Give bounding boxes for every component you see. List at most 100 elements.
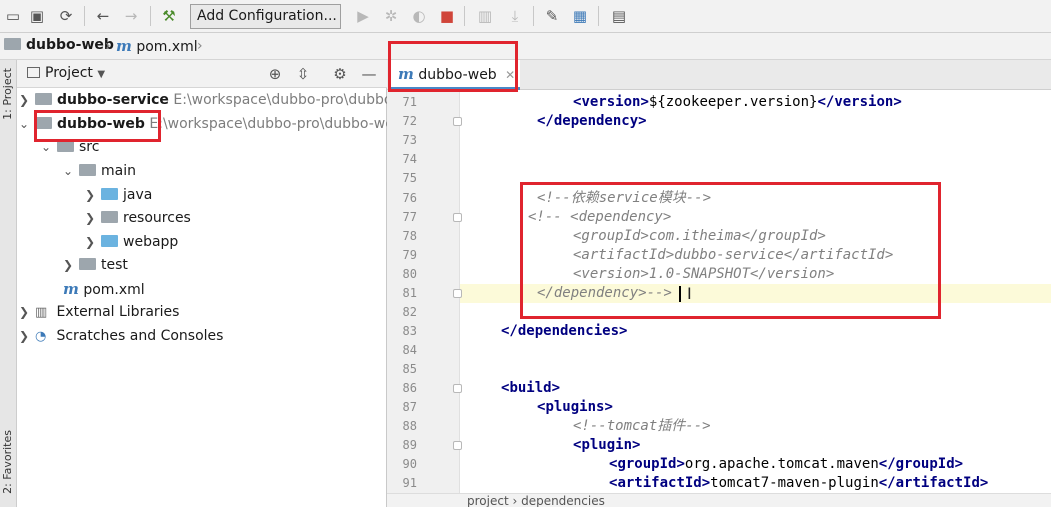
tree-item-test[interactable]: ❯ test — [63, 254, 128, 276]
editor-breadcrumb[interactable]: project › dependencies — [387, 493, 1051, 507]
close-tab-icon[interactable]: ✕ — [505, 68, 515, 82]
module-folder-icon — [35, 117, 52, 129]
project-panel-header: Project ▼ ⊕ ⇳ ⚙ — — [17, 60, 387, 88]
line-number: 88 — [402, 419, 417, 433]
gear-icon[interactable]: ⚙ — [330, 64, 350, 84]
fold-marker-icon[interactable] — [453, 289, 462, 298]
tree-item-java[interactable]: ❯ java — [85, 184, 152, 206]
code-line-91: <artifactId>tomcat7-maven-plugin</artifa… — [609, 475, 989, 491]
module-folder-icon — [35, 93, 52, 105]
collapse-all-icon[interactable]: ⇳ — [293, 64, 313, 84]
tree-item-src[interactable]: ⌄ src — [41, 136, 99, 158]
line-number: 79 — [402, 248, 417, 262]
sync-icon[interactable]: ⟳ — [55, 5, 77, 27]
chevron-down-icon: ⌄ — [63, 164, 74, 178]
tree-item-external-libraries[interactable]: ❯ ▥ External Libraries — [19, 301, 179, 323]
debug-icon[interactable]: ✲ — [380, 5, 402, 27]
toolbar-separator — [464, 6, 465, 26]
breadcrumb-project[interactable]: dubbo-web — [4, 37, 114, 53]
code-line-71: <version>${zookeeper.version}</version> — [573, 94, 902, 110]
tree-item-main[interactable]: ⌄ main — [63, 160, 136, 182]
chevron-right-icon: ❯ — [19, 305, 30, 319]
breadcrumb-file[interactable]: m pom.xml — [116, 37, 198, 55]
line-number: 72 — [402, 114, 417, 128]
text-caret — [679, 286, 681, 302]
code-line-89: <plugin> — [573, 437, 641, 453]
library-icon: ▥ — [35, 305, 48, 320]
line-number: 71 — [402, 95, 417, 109]
source-folder-icon — [101, 188, 118, 200]
fold-marker-icon[interactable] — [453, 213, 462, 222]
line-number: 80 — [402, 267, 417, 281]
forward-icon[interactable]: → — [120, 5, 142, 27]
project-view-selector[interactable]: Project ▼ — [27, 65, 105, 81]
save-icon[interactable]: ▣ — [26, 5, 48, 27]
line-number: 89 — [402, 438, 417, 452]
line-number: 84 — [402, 343, 417, 357]
code-line-76: <!--依赖service模块--> — [537, 190, 712, 206]
line-number: 77 — [402, 210, 417, 224]
line-number: 86 — [402, 381, 417, 395]
vcs-icon[interactable]: ▥ — [474, 5, 496, 27]
update-icon[interactable]: ⤓ — [504, 5, 526, 27]
project-tool-window: Project ▼ ⊕ ⇳ ⚙ — ❯ dubbo-service E:\work… — [17, 60, 398, 507]
code-editor[interactable]: 71 72 73 74 75 76 77 78 79 80 81 82 83 8… — [387, 90, 1051, 507]
open-folder-icon[interactable]: ▭ — [2, 5, 24, 27]
folder-icon — [79, 258, 96, 270]
main-toolbar: ▭ ▣ ⟳ ← → ⚒ Add Configuration... ▶ ✲ ◐ ■… — [0, 0, 1051, 33]
chevron-right-icon: ❯ — [85, 235, 96, 249]
coverage-icon[interactable]: ◐ — [408, 5, 430, 27]
toolbar-separator — [150, 6, 151, 26]
favorites-tool-window-button[interactable]: 2: Favorites — [1, 430, 14, 494]
line-number: 82 — [402, 305, 417, 319]
tree-item-dubbo-web[interactable]: ⌄ dubbo-web E:\workspace\dubbo-pro\dubbo-… — [19, 113, 394, 135]
tree-item-resources[interactable]: ❯ resources — [85, 207, 191, 229]
maven-icon: m — [116, 37, 132, 55]
build-hammer-icon[interactable]: ⚒ — [158, 5, 180, 27]
editor-tab-bar: m dubbo-web ✕ — [387, 60, 1051, 90]
terminal-icon[interactable]: ▤ — [608, 5, 630, 27]
fold-marker-icon[interactable] — [453, 117, 462, 126]
chevron-right-icon: › — [197, 38, 203, 54]
settings-wrench-icon[interactable]: ✎ — [541, 5, 563, 27]
chevron-down-icon: ⌄ — [19, 117, 30, 131]
stop-icon[interactable]: ■ — [436, 5, 458, 27]
line-number: 85 — [402, 362, 417, 376]
tree-item-webapp[interactable]: ❯ webapp — [85, 231, 178, 253]
code-line-79: <artifactId>dubbo-service</artifactId> — [573, 247, 894, 263]
back-icon[interactable]: ← — [92, 5, 114, 27]
dropdown-arrow-icon: ▼ — [97, 69, 106, 80]
project-tool-window-button[interactable]: 1: Project — [1, 68, 14, 120]
fold-marker-icon[interactable] — [453, 384, 462, 393]
chevron-down-icon: ⌄ — [41, 140, 52, 154]
scratches-icon: ◔ — [35, 329, 47, 344]
tree-item-dubbo-service[interactable]: ❯ dubbo-service E:\workspace\dubbo-pro\du… — [19, 89, 398, 111]
line-number: 75 — [402, 171, 417, 185]
left-tool-strip: 1: Project 2: Favorites — [0, 60, 17, 507]
tab-dubbo-web[interactable]: m dubbo-web ✕ — [390, 60, 520, 90]
locate-icon[interactable]: ⊕ — [265, 64, 285, 84]
code-line-87: <plugins> — [537, 399, 613, 415]
code-line-83: </dependencies> — [501, 323, 628, 339]
fold-marker-icon[interactable] — [453, 441, 462, 450]
code-line-88: <!--tomcat插件--> — [573, 418, 711, 434]
add-configuration-dropdown[interactable]: Add Configuration... — [190, 4, 341, 29]
project-structure-icon[interactable]: ▦ — [569, 5, 591, 27]
current-line-highlight — [387, 284, 1051, 303]
hide-icon[interactable]: — — [359, 64, 379, 84]
chevron-right-icon: ❯ — [85, 211, 96, 225]
code-line-77: <!-- <dependency> — [528, 209, 672, 225]
code-line-81: </dependency>--> — [537, 285, 672, 301]
tree-item-scratches[interactable]: ❯ ◔ Scratches and Consoles — [19, 325, 223, 347]
tree-item-pom-xml[interactable]: m pom.xml — [63, 278, 145, 300]
line-number: 78 — [402, 229, 417, 243]
toolbar-separator — [84, 6, 85, 26]
chevron-right-icon: › — [105, 38, 111, 54]
line-number: 91 — [402, 476, 417, 490]
line-number: 74 — [402, 152, 417, 166]
line-number: 83 — [402, 324, 417, 338]
run-icon[interactable]: ▶ — [352, 5, 374, 27]
module-folder-icon — [4, 38, 21, 50]
line-number: 81 — [402, 286, 417, 300]
chevron-right-icon: ❯ — [63, 258, 74, 272]
